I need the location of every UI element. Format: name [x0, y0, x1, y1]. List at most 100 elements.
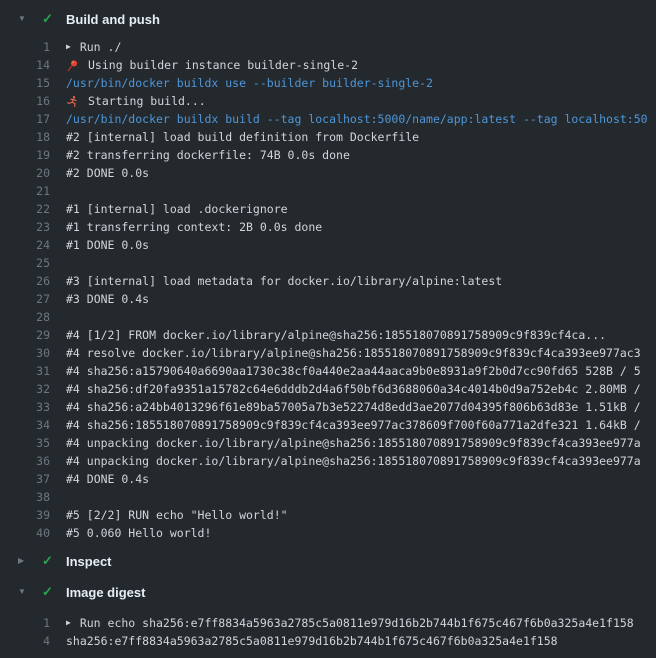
log-line: 23#1 transferring context: 2B 0.0s done: [0, 218, 656, 236]
line-number[interactable]: 33: [0, 398, 50, 416]
log-line-text: #3 DONE 0.4s: [50, 290, 656, 308]
log-line-text: #4 resolve docker.io/library/alpine@sha2…: [50, 344, 656, 362]
log-text: #4 sha256:df20fa9351a15782c64e6dddb2d4a6…: [66, 380, 641, 398]
log-line-text: [50, 254, 656, 272]
log-line-text: #2 transferring dockerfile: 74B 0.0s don…: [50, 146, 656, 164]
line-number[interactable]: 1: [0, 614, 50, 632]
section-header-inspect[interactable]: ▶✓Inspect: [0, 552, 656, 570]
log-line: 19 #2 transferring dockerfile: 74B 0.0s d…: [0, 146, 656, 164]
log-text: #3 DONE 0.4s: [66, 290, 149, 308]
log-section-build-and-push: ▼✓Build and push1▶Run ./14Using builder …: [0, 10, 656, 542]
line-number[interactable]: 19: [0, 146, 50, 164]
log-line-text: #4 sha256:df20fa9351a15782c64e6dddb2d4a6…: [50, 380, 656, 398]
log-text: Starting build...: [88, 92, 206, 110]
log-line: 21: [0, 182, 656, 200]
line-number[interactable]: 40: [0, 524, 50, 542]
log-text: Run echo sha256:e7ff8834a5963a2785c5a081…: [80, 614, 634, 632]
line-number[interactable]: 24: [0, 236, 50, 254]
log-text: /usr/bin/docker buildx use --builder bui…: [66, 74, 433, 92]
log-line: 27 #3 DONE 0.4s: [0, 290, 656, 308]
line-number[interactable]: 20: [0, 164, 50, 182]
line-number[interactable]: 36: [0, 452, 50, 470]
chevron-down-icon[interactable]: ▼: [0, 583, 42, 601]
log-line: 34 #4 sha256:185518070891758909c9f839cf4c…: [0, 416, 656, 434]
log-line-text: #4 unpacking docker.io/library/alpine@sh…: [50, 452, 656, 470]
log-line-text: #4 unpacking docker.io/library/alpine@sh…: [50, 434, 656, 452]
log-line: 24#1 DONE 0.0s: [0, 236, 656, 254]
line-number[interactable]: 27: [0, 290, 50, 308]
log-line: 32 #4 sha256:df20fa9351a15782c64e6dddb2d4…: [0, 380, 656, 398]
log-line: 1 ▶ Run echo sha256:e7ff8834a5963a2785c5a0…: [0, 614, 656, 632]
line-number[interactable]: 15: [0, 74, 50, 92]
line-number[interactable]: 14: [0, 56, 50, 74]
log-line-text: #4 [1/2] FROM docker.io/library/alpine@s…: [50, 326, 656, 344]
log-line-text: #2 DONE 0.0s: [50, 164, 656, 182]
log-text: #2 transferring dockerfile: 74B 0.0s don…: [66, 146, 350, 164]
log-line-text: #4 sha256:a24bb4013296f61e89ba57005a7b3e…: [50, 398, 656, 416]
log-section-image-digest: ▼✓Image digest 1 ▶ Run echo sha256:e7ff8834…: [0, 583, 656, 650]
log-line: 28: [0, 308, 656, 326]
line-number[interactable]: 35: [0, 434, 50, 452]
line-number[interactable]: 29: [0, 326, 50, 344]
line-number[interactable]: 17: [0, 110, 50, 128]
log-line: 29 #4 [1/2] FROM docker.io/library/alpine…: [0, 326, 656, 344]
log-line-text: #1 transferring context: 2B 0.0s done: [50, 218, 656, 236]
log-text: #4 sha256:a24bb4013296f61e89ba57005a7b3e…: [66, 398, 641, 416]
log-line: 36 #4 unpacking docker.io/library/alpine@…: [0, 452, 656, 470]
actions-log: ▼✓Build and push1▶Run ./14Using builder …: [0, 0, 656, 650]
line-number[interactable]: 4: [0, 632, 50, 650]
chevron-down-icon[interactable]: ▼: [0, 10, 42, 28]
runner-icon: [66, 95, 79, 108]
log-line-text: sha256:e7ff8834a5963a2785c5a0811e979d16b…: [50, 632, 656, 650]
log-line: 15/usr/bin/docker buildx use --builder b…: [0, 74, 656, 92]
line-number[interactable]: 30: [0, 344, 50, 362]
log-line-text: #1 DONE 0.0s: [50, 236, 656, 254]
log-line-text: #5 0.060 Hello world!: [50, 524, 656, 542]
log-line: 31#4 sha256:a15790640a6690aa1730c38cf0a4…: [0, 362, 656, 380]
log-text: #1 [internal] load .dockerignore: [66, 200, 288, 218]
section-header-image-digest[interactable]: ▼✓Image digest: [0, 583, 656, 601]
log-text: #4 sha256:185518070891758909c9f839cf4ca3…: [66, 416, 641, 434]
log-line: 18#2 [internal] load build definition fr…: [0, 128, 656, 146]
log-text: #3 [internal] load metadata for docker.i…: [66, 272, 502, 290]
run-arrow-icon[interactable]: ▶: [66, 38, 71, 56]
log-line: 38: [0, 488, 656, 506]
log-text: /usr/bin/docker buildx build --tag local…: [66, 110, 648, 128]
section-body-image-digest: 1 ▶ Run echo sha256:e7ff8834a5963a2785c5a0…: [0, 614, 656, 650]
log-line: 1▶Run ./: [0, 38, 656, 56]
line-number[interactable]: 32: [0, 380, 50, 398]
log-line: 33 #4 sha256:a24bb4013296f61e89ba57005a7b…: [0, 398, 656, 416]
log-text: #4 [1/2] FROM docker.io/library/alpine@s…: [66, 326, 606, 344]
run-arrow-icon[interactable]: ▶: [66, 614, 71, 632]
line-number[interactable]: 18: [0, 128, 50, 146]
log-line: 35#4 unpacking docker.io/library/alpine@…: [0, 434, 656, 452]
log-line-text: Starting build...: [50, 92, 656, 110]
log-line-text: [50, 488, 656, 506]
chevron-right-icon[interactable]: ▶: [0, 552, 42, 570]
line-number[interactable]: 16: [0, 92, 50, 110]
line-number[interactable]: 26: [0, 272, 50, 290]
line-number[interactable]: 37: [0, 470, 50, 488]
line-number[interactable]: 34: [0, 416, 50, 434]
line-number[interactable]: 38: [0, 488, 50, 506]
line-number[interactable]: 28: [0, 308, 50, 326]
log-line: 4sha256:e7ff8834a5963a2785c5a0811e979d16…: [0, 632, 656, 650]
log-text: #5 [2/2] RUN echo "Hello world!": [66, 506, 288, 524]
line-number[interactable]: 21: [0, 182, 50, 200]
log-text: #4 DONE 0.4s: [66, 470, 149, 488]
log-line-text: [50, 182, 656, 200]
log-line: 16 Starting build...: [0, 92, 656, 110]
line-number[interactable]: 25: [0, 254, 50, 272]
line-number[interactable]: 22: [0, 200, 50, 218]
line-number[interactable]: 23: [0, 218, 50, 236]
pushpin-icon: [66, 59, 79, 72]
log-text: #4 unpacking docker.io/library/alpine@sh…: [66, 452, 641, 470]
log-line-text: #4 DONE 0.4s: [50, 470, 656, 488]
log-line: 14Using builder instance builder-single-…: [0, 56, 656, 74]
line-number[interactable]: 39: [0, 506, 50, 524]
log-line-text: ▶ Run echo sha256:e7ff8834a5963a2785c5a08…: [50, 614, 656, 632]
section-header-build-and-push[interactable]: ▼✓Build and push: [0, 10, 656, 28]
line-number[interactable]: 1: [0, 38, 50, 56]
log-line: 39 #5 [2/2] RUN echo "Hello world!": [0, 506, 656, 524]
line-number[interactable]: 31: [0, 362, 50, 380]
